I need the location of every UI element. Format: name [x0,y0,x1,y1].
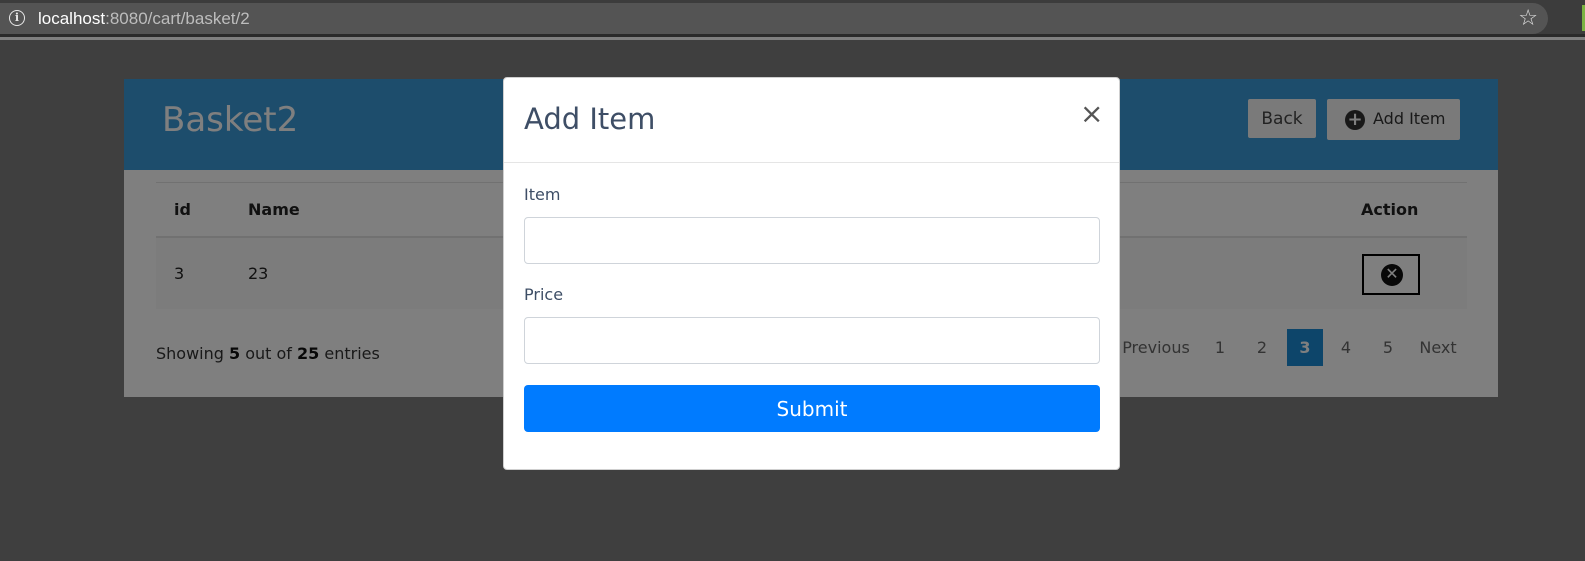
omnibox[interactable]: i localhost:8080/cart/basket/2 ☆ [0,3,1548,34]
modal-header: Add Item × [504,78,1119,163]
close-icon[interactable]: × [1080,100,1103,128]
price-input[interactable] [524,317,1100,364]
submit-button[interactable]: Submit [524,385,1100,432]
url-text[interactable]: localhost:8080/cart/basket/2 [38,9,250,29]
url-path: :8080/cart/basket/2 [105,9,250,28]
price-label: Price [524,285,564,304]
site-info-icon[interactable]: i [9,10,25,26]
item-input[interactable] [524,217,1100,264]
url-host: localhost [38,9,106,28]
modal-title: Add Item [524,102,656,136]
add-item-modal: Add Item × Item Price Submit [503,77,1120,470]
browser-address-bar: i localhost:8080/cart/basket/2 ☆ [0,0,1585,37]
bookmark-star-icon[interactable]: ☆ [1518,5,1538,31]
item-label: Item [524,185,561,204]
